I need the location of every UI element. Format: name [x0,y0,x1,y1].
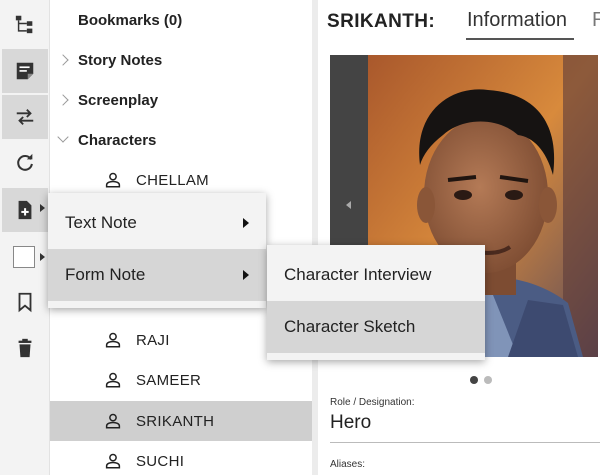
carousel-dot-active[interactable] [470,376,478,384]
bookmark-button[interactable] [2,280,48,324]
tree-item-bookmarks[interactable]: Bookmarks (0) [50,0,312,40]
tree-item-character[interactable]: SUCHI [50,441,312,475]
tree-item-label: Screenplay [78,91,159,109]
chevron-right-icon[interactable] [57,94,69,106]
role-input[interactable]: Hero [330,412,371,434]
active-tab-indicator [466,38,574,40]
chevron-right-icon[interactable] [57,54,69,66]
submenu-arrow-icon [243,218,249,228]
bookmark-icon [18,292,32,313]
menu-item-label: Text Note [65,213,137,232]
tree-item-characters[interactable]: Characters [50,120,312,160]
add-document-caret-icon[interactable] [40,204,45,212]
carousel-dot[interactable] [484,376,492,384]
note-icon [16,62,34,80]
trash-icon [18,338,32,358]
chevron-down-icon[interactable] [57,131,69,143]
delete-button[interactable] [2,326,48,370]
character-name: SAMEER [136,371,202,389]
menu-item-text-note[interactable]: Text Note [48,197,266,249]
tab-information[interactable]: Information [467,9,567,32]
add-note-context-menu: Text Note Form Note [48,193,266,308]
person-icon [105,413,121,429]
submenu-arrow-icon [243,270,249,280]
tree-item-label: Characters [78,131,157,149]
add-document-icon [18,200,32,220]
tree-item-character-selected[interactable]: SRIKANTH [50,401,312,441]
tree-item-character[interactable]: SAMEER [50,360,312,400]
character-detail-panel: SRIKANTH: Information R Role / Designati… [318,0,600,475]
tree-item-screenplay[interactable]: Screenplay [50,80,312,120]
menu-item-character-interview[interactable]: Character Interview [267,249,485,301]
menu-item-form-note[interactable]: Form Note [48,249,266,301]
color-swatch[interactable] [13,246,35,268]
person-icon [105,172,121,188]
menu-item-label: Form Note [65,265,146,284]
left-toolbar [0,0,50,475]
character-name: RAJI [136,331,170,349]
refresh-icon [17,153,33,171]
character-title: SRIKANTH: [327,11,436,32]
menu-item-label: Character Sketch [284,317,416,336]
tree-item-label: Story Notes [78,51,163,69]
person-icon [105,453,121,469]
person-icon [105,332,121,348]
color-caret-icon[interactable] [40,253,45,261]
notes-button[interactable] [2,49,48,93]
refresh-button[interactable] [2,141,48,185]
tab-next[interactable]: R [592,9,600,32]
menu-item-character-sketch[interactable]: Character Sketch [267,301,485,353]
tree-view-button[interactable] [2,2,48,46]
swap-arrows-icon [16,109,34,125]
form-note-submenu: Character Interview Character Sketch [267,245,485,360]
role-label: Role / Designation: [330,397,415,408]
tree-item-story-notes[interactable]: Story Notes [50,40,312,80]
character-name: SRIKANTH [136,412,215,430]
character-name: SUCHI [136,452,185,470]
tree-item-label: Bookmarks (0) [78,11,183,29]
chevron-left-icon [346,201,351,209]
tree-structure-icon [15,15,33,34]
aliases-label: Aliases: [330,459,366,470]
menu-item-label: Character Interview [284,265,432,284]
person-icon [105,372,121,388]
role-underline [330,442,600,443]
swap-button[interactable] [2,95,48,139]
character-name: CHELLAM [136,171,209,189]
